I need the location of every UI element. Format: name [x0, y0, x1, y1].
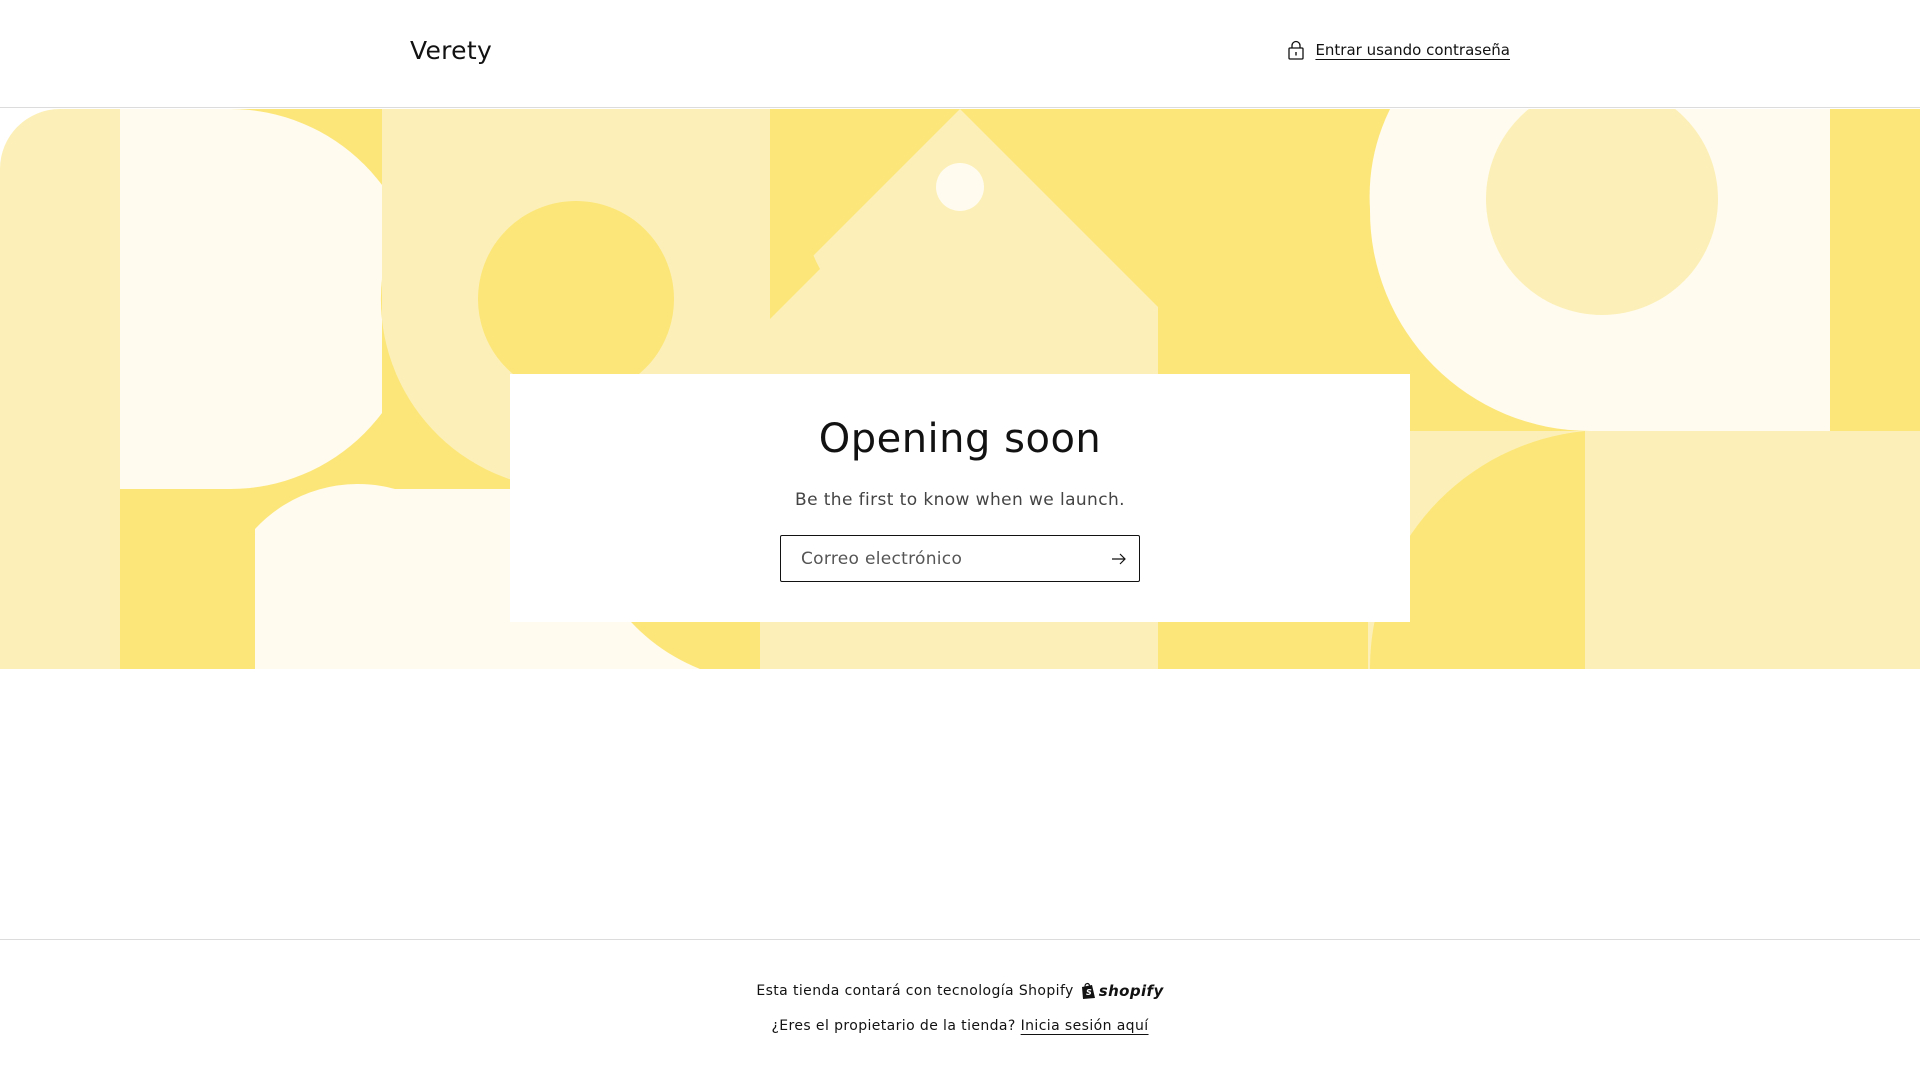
shopify-logo[interactable]: S shopify: [1080, 982, 1164, 1000]
powered-by-text: Esta tienda contará con tecnología Shopi…: [756, 983, 1074, 999]
password-login-label: Entrar usando contraseña: [1315, 41, 1510, 59]
shopify-logo-text: shopify: [1098, 982, 1164, 1000]
arrow-right-icon: [1112, 553, 1126, 565]
site-header: Verety Entrar usando contraseña: [0, 0, 1920, 108]
page-title: Opening soon: [818, 416, 1102, 462]
password-login-link[interactable]: Entrar usando contraseña: [1287, 40, 1510, 60]
lock-icon: [1288, 40, 1305, 60]
svg-text:S: S: [1086, 988, 1092, 997]
store-name: Verety: [410, 36, 493, 65]
powered-by: Esta tienda contará con tecnología Shopi…: [0, 982, 1920, 1000]
opening-soon-card: Opening soon Be the first to know when w…: [510, 374, 1410, 622]
owner-question: ¿Eres el propietario de la tienda?: [771, 1018, 1016, 1034]
subscribe-button[interactable]: [1107, 547, 1131, 571]
site-footer: Esta tienda contará con tecnología Shopi…: [0, 939, 1920, 1080]
newsletter-form: [780, 535, 1140, 582]
email-input[interactable]: [781, 536, 1091, 581]
owner-login-link[interactable]: Inicia sesión aquí: [1021, 1018, 1149, 1034]
page-subtitle: Be the first to know when we launch.: [795, 490, 1125, 510]
hero-banner: Opening soon Be the first to know when w…: [0, 109, 1920, 669]
shopify-bag-icon: S: [1081, 982, 1095, 999]
owner-login: ¿Eres el propietario de la tienda? Inici…: [0, 1018, 1920, 1034]
